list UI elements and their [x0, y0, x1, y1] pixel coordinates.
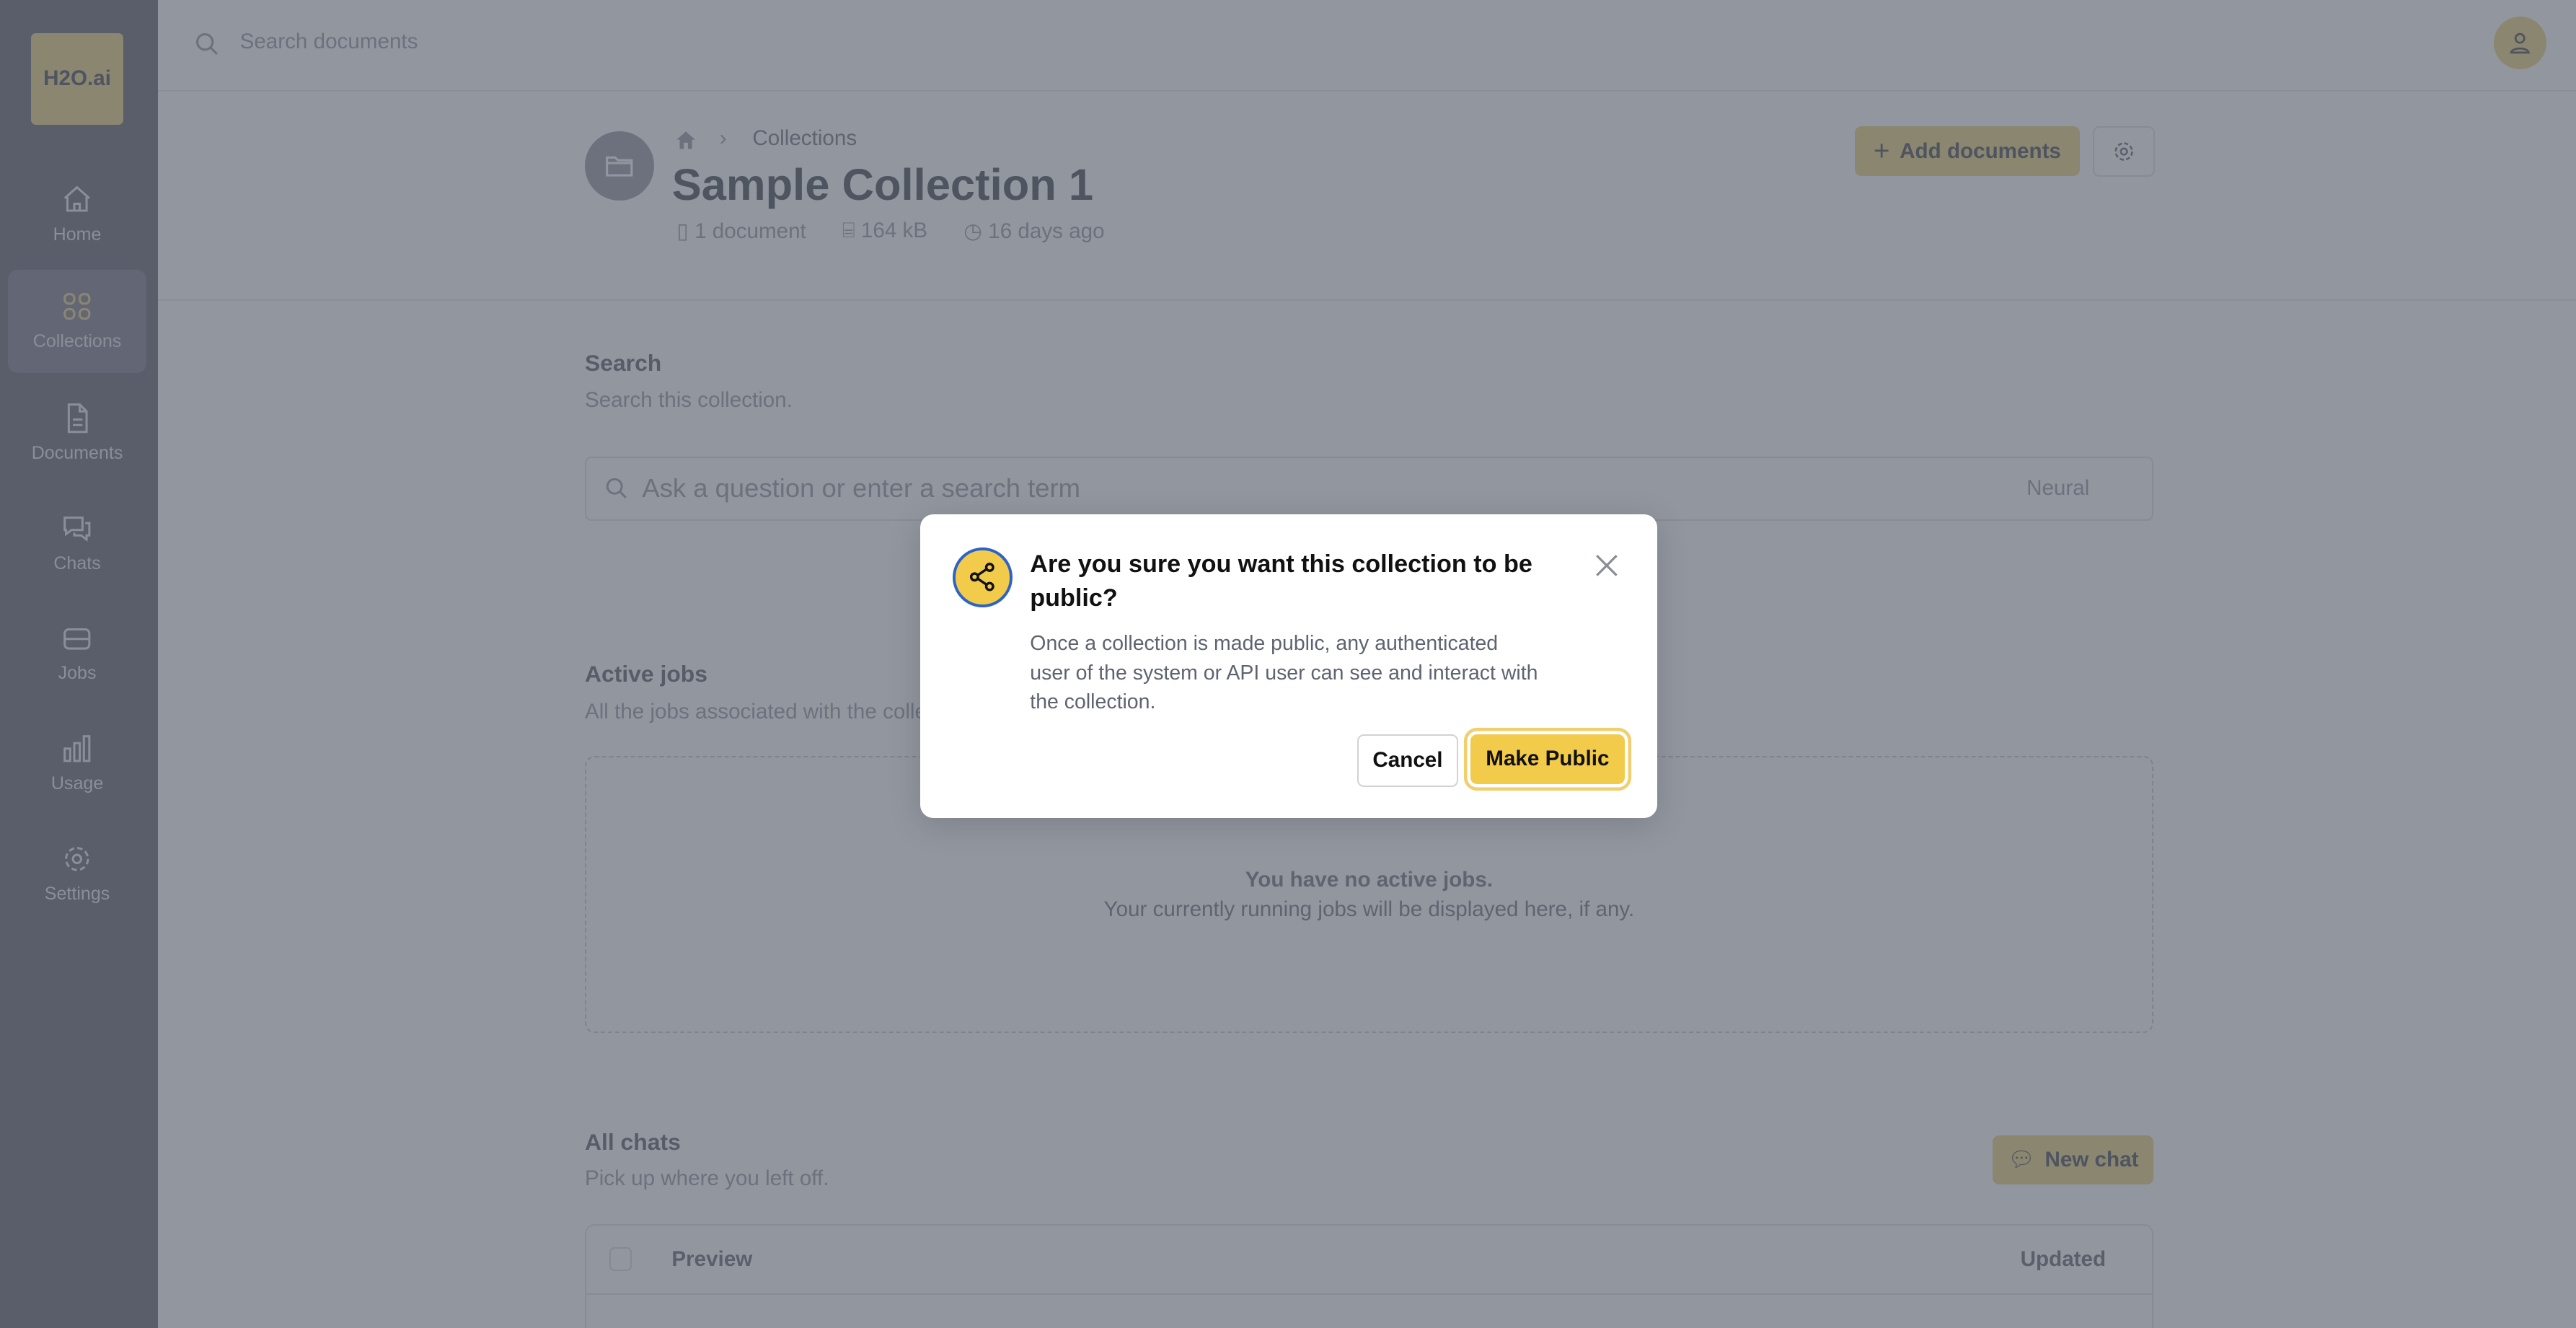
search-title: Search — [584, 350, 662, 377]
sidebar-item-label: Jobs — [58, 663, 97, 684]
clock-icon: ◷ — [963, 219, 989, 243]
column-preview[interactable]: Preview — [671, 1247, 752, 1272]
sidebar-item-usage[interactable]: Usage — [8, 711, 146, 815]
empty-title: You have no active jobs. — [1245, 867, 1494, 892]
column-updated[interactable]: Updated — [2021, 1247, 2106, 1272]
top-bar: Search documents — [157, 0, 2576, 92]
sidebar-item-home[interactable]: Home — [8, 163, 146, 267]
sidebar: H2O.ai Home Collections Documents Chats … — [0, 0, 158, 1328]
collection-meta: ▯ 1 document ⌸ 164 kB ◷ 16 days ago — [677, 219, 1105, 244]
search-mode-select[interactable]: Neural — [2026, 476, 2089, 501]
make-public-button[interactable]: Make Public — [1470, 734, 1625, 784]
updated: ◷ 16 days ago — [963, 219, 1104, 244]
chats-table: Preview Updated — [584, 1224, 2153, 1328]
chats-subtitle: Pick up where you left off. — [584, 1166, 829, 1191]
add-documents-label: Add documents — [1900, 138, 2061, 163]
collection-header: › Collections Sample Collection 1 ▯ 1 do… — [157, 90, 2576, 301]
settings-button[interactable] — [2093, 126, 2156, 177]
share-icon-badge — [953, 547, 1013, 607]
jobs-icon — [63, 628, 91, 650]
usage-icon — [63, 735, 91, 762]
user-icon — [2510, 32, 2531, 54]
sidebar-item-label: Collections — [32, 331, 122, 352]
chat-icon: 💬︎ — [2008, 1148, 2035, 1172]
sidebar-item-label: Chats — [53, 553, 101, 573]
jobs-subtitle: All the jobs associated with the collect… — [584, 700, 978, 724]
updated-text: 16 days ago — [988, 219, 1105, 243]
avatar[interactable] — [2494, 16, 2546, 69]
sidebar-item-label: Documents — [31, 443, 123, 464]
sidebar-item-label: Settings — [44, 883, 110, 904]
sidebar-item-documents[interactable]: Documents — [8, 381, 146, 485]
search-icon — [195, 33, 218, 56]
folder-avatar — [584, 131, 654, 201]
drive-icon: ⌸ — [842, 218, 861, 242]
size-text: 164 kB — [860, 218, 928, 242]
jobs-title: Active jobs — [584, 660, 708, 687]
gear-icon — [2114, 142, 2133, 162]
search-placeholder: Ask a question or enter a search term — [642, 472, 1080, 503]
search-icon — [606, 478, 627, 499]
chevron-right-icon: › — [719, 126, 727, 151]
cancel-button[interactable]: Cancel — [1357, 734, 1459, 787]
collection-search-input[interactable]: Ask a question or enter a search term Ne… — [584, 457, 2153, 521]
home-icon[interactable] — [674, 128, 698, 153]
sidebar-item-jobs[interactable]: Jobs — [8, 602, 146, 705]
gear-icon — [65, 846, 89, 871]
size: ⌸ 164 kB — [842, 219, 927, 244]
chats-title: All chats — [584, 1128, 681, 1155]
collections-icon — [63, 293, 91, 320]
new-chat-label: New chat — [2045, 1148, 2139, 1172]
close-icon[interactable] — [1595, 554, 1618, 577]
logo[interactable]: H2O.ai — [31, 32, 123, 126]
sidebar-item-label: Usage — [50, 773, 104, 794]
document-count: ▯ 1 document — [677, 219, 806, 244]
dialog-title: Are you sure you want this collection to… — [1030, 550, 1532, 612]
sidebar-item-settings[interactable]: Settings — [8, 822, 146, 925]
table-header: Preview Updated — [586, 1226, 2152, 1295]
sidebar-item-label: Home — [53, 224, 102, 245]
global-search-input[interactable]: Search documents — [240, 30, 418, 54]
search-subtitle: Search this collection. — [584, 387, 793, 412]
make-public-dialog: Are you sure you want this collection to… — [919, 514, 1658, 819]
document-icon: ▯ — [676, 219, 695, 243]
share-icon — [969, 563, 994, 592]
plus-icon: + — [1873, 135, 1890, 167]
chat-icon — [63, 516, 91, 542]
new-chat-button[interactable]: 💬︎ New chat — [1993, 1135, 2154, 1185]
home-icon — [63, 185, 91, 212]
dialog-body: Once a collection is made public, any au… — [1030, 632, 1538, 714]
document-icon — [68, 403, 88, 434]
select-all-checkbox[interactable] — [609, 1246, 632, 1272]
sidebar-item-collections[interactable]: Collections — [8, 269, 146, 374]
empty-text: Your currently running jobs will be disp… — [1103, 897, 1635, 921]
page-title: Sample Collection 1 — [671, 159, 1094, 210]
document-count-text: 1 document — [694, 219, 806, 243]
sidebar-item-chats[interactable]: Chats — [8, 491, 146, 595]
add-documents-button[interactable]: + Add documents — [1854, 126, 2080, 176]
folder-icon — [606, 157, 633, 177]
breadcrumb-collections[interactable]: Collections — [752, 126, 857, 151]
